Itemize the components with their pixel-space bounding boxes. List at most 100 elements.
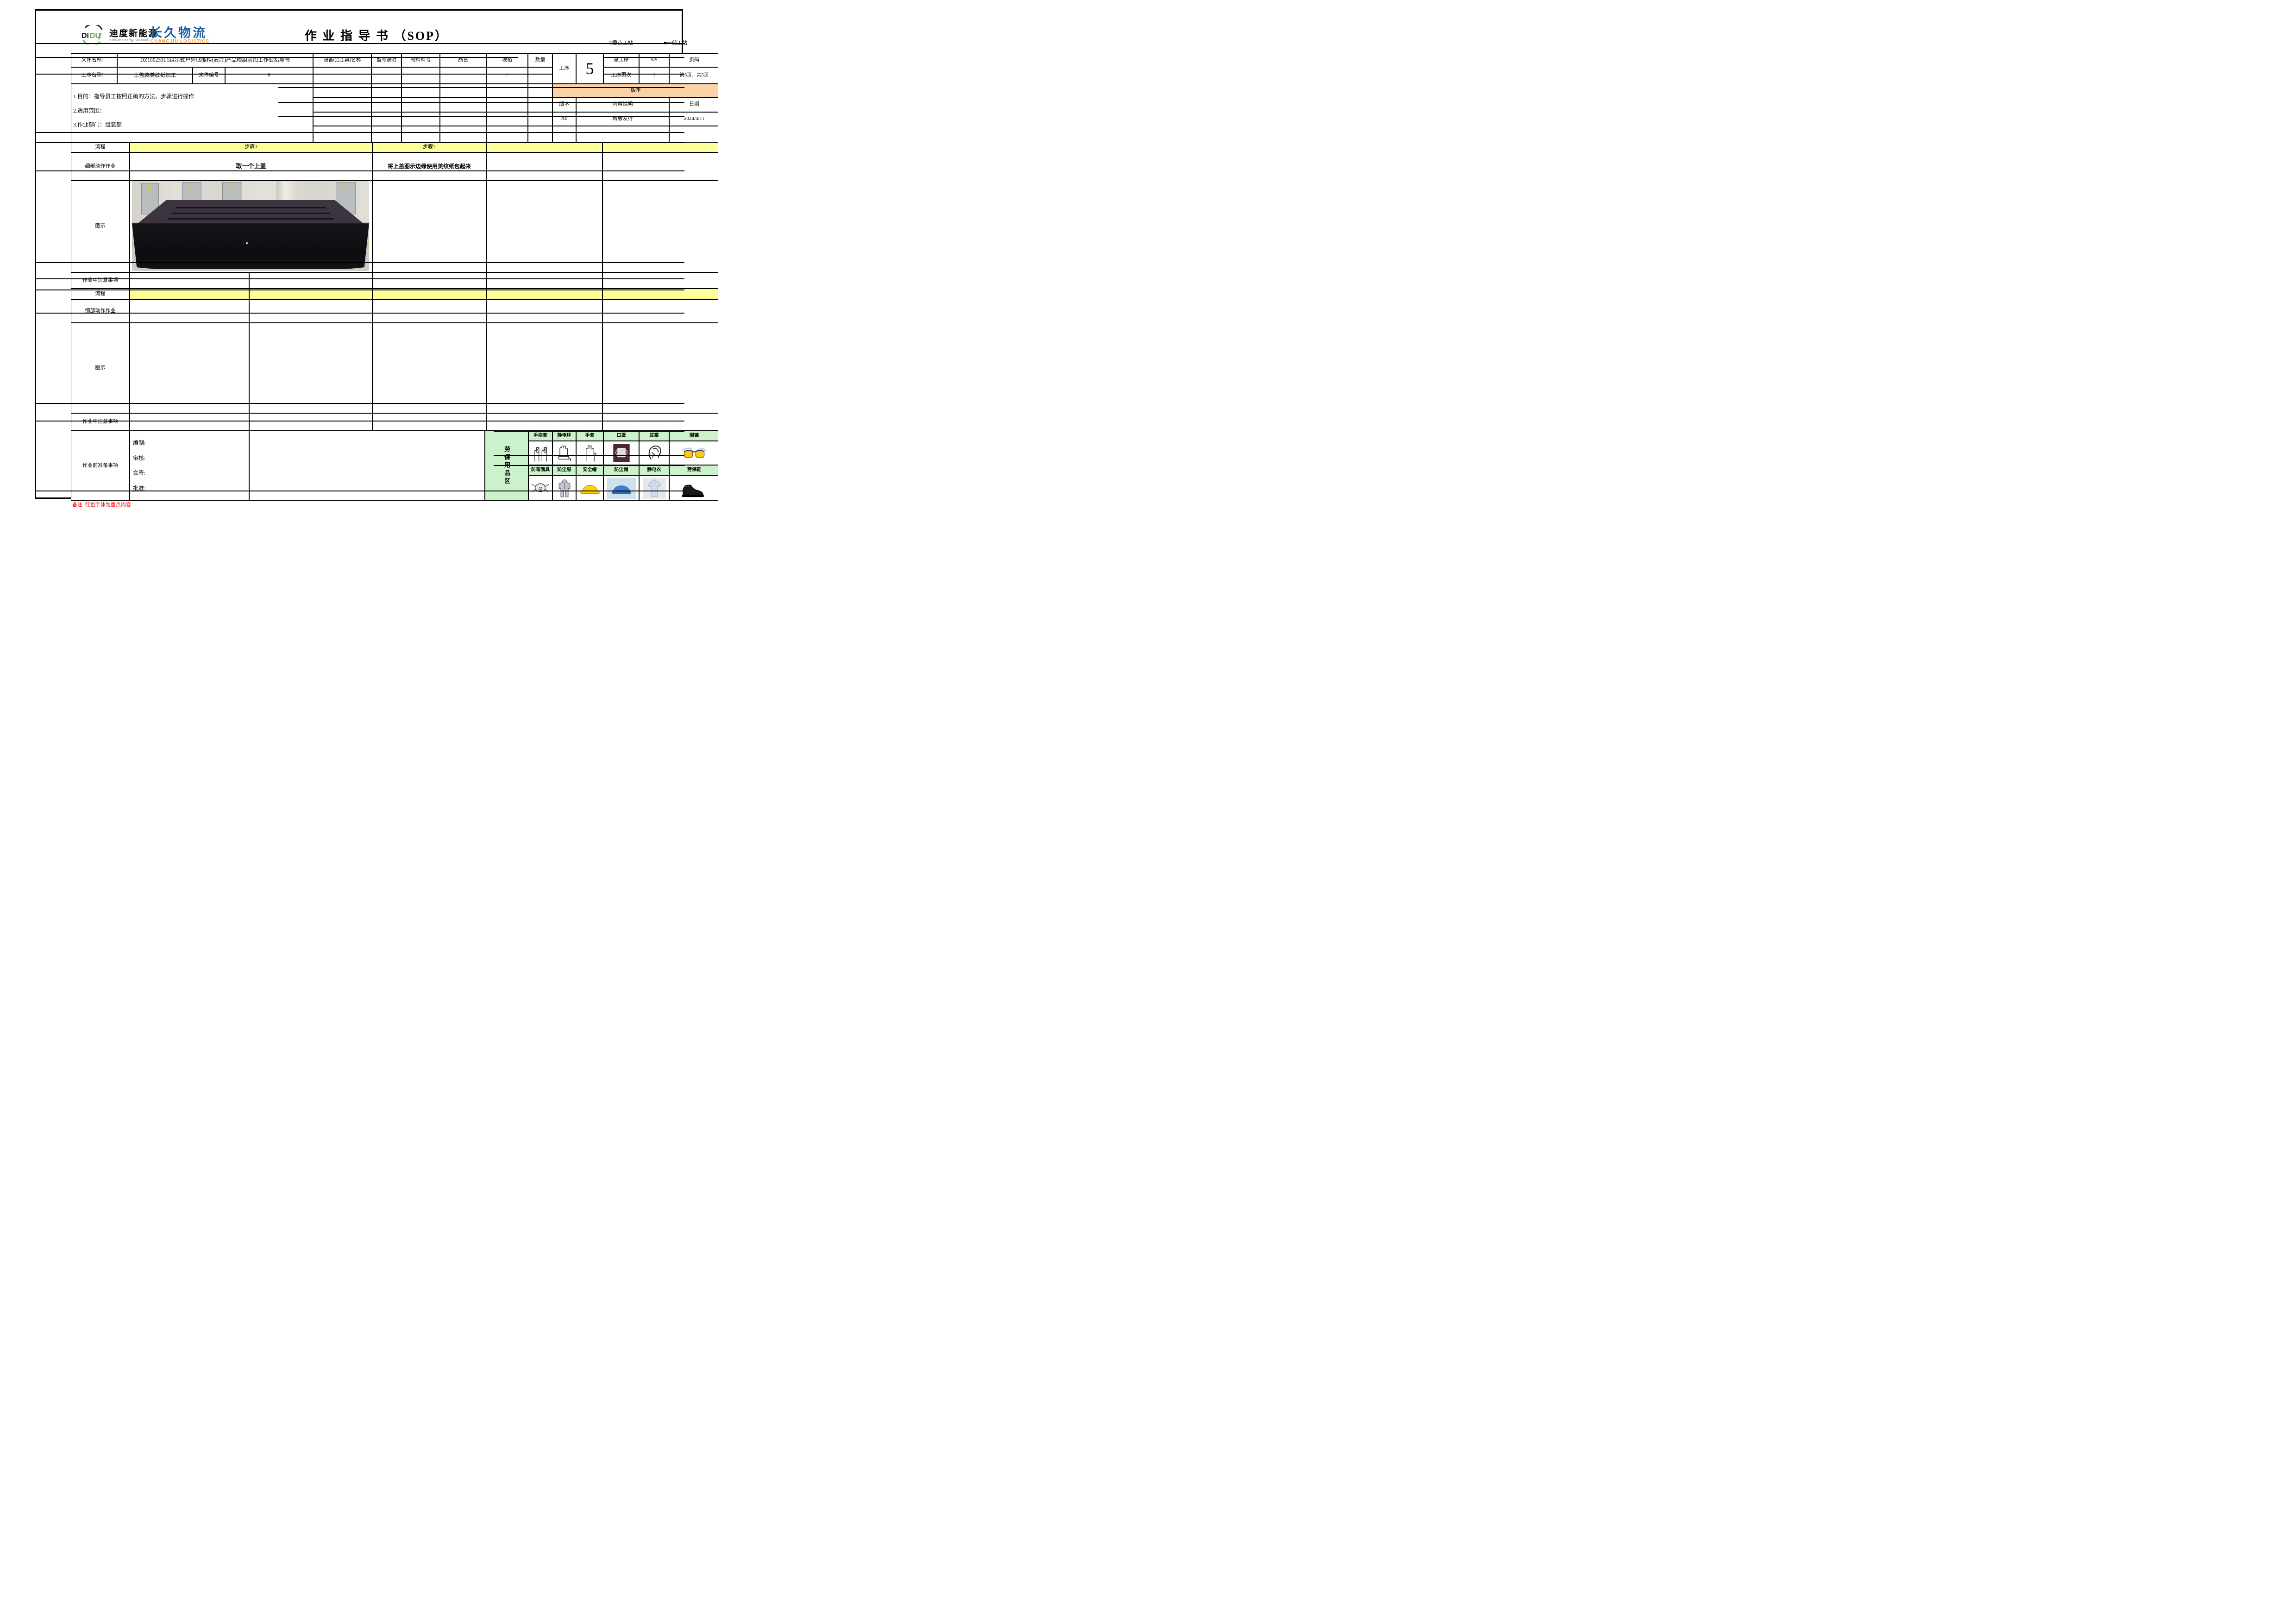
empty-cell [486,300,602,323]
empty-cell [552,126,576,142]
empty-cell [130,300,249,323]
version-row-desc: 新版发行 [576,112,669,126]
sop-sheet: DI DU 迪度新能源 Lithium Energy Solutions 长久物… [35,9,683,499]
empty-step-header [602,142,718,152]
empty-cell [313,112,371,126]
file-name-label: 文件名称： [71,53,117,67]
dust-cap-icon [607,478,636,499]
empty-cell [371,126,401,142]
rule [494,431,684,432]
detail1-label: 细部动作作业 [71,152,130,181]
svg-text:DI: DI [82,32,89,40]
version-row-version: A0 [552,112,576,126]
ppe-label-esd-clothing: 静电衣 [639,465,669,475]
empty-cell [372,272,486,289]
process-page-value: 1 [639,67,669,84]
empty-cell [440,97,486,112]
empty-cell [440,126,486,142]
diagram1-label: 图示 [71,181,130,272]
empty-cell [528,84,552,97]
empty-cell [313,97,371,112]
process-page-label: 工序页次 [603,67,639,84]
prep-sign-review: 审核: [133,455,145,462]
ppe-label-finger-cots: 手指套 [528,431,552,441]
flow1-step2-header: 步骤2 [372,142,486,152]
rule [278,87,684,88]
notes2-label: 作业中注意事项 [71,413,130,431]
empty-cell [401,67,440,84]
general-station-checkbox: ■一般工站 [664,39,687,46]
version-block-title: 版本 [552,84,718,97]
empty-cell [486,152,602,181]
empty-cell [602,300,718,323]
empty-cell [371,112,401,126]
rule [494,465,684,466]
ppe-label-gloves: 手套 [576,431,603,441]
process-number: 5 [576,53,603,84]
intro-scope: 2.适用范围： [73,107,105,114]
dust-suit-icon [556,478,573,499]
empty-cell [371,84,401,97]
ppe-label-mask: 口罩 [603,431,639,441]
ppe-label-respirator: 防毒面具 [528,465,552,475]
glove-icon [581,443,599,463]
empty-cell [602,181,718,272]
empty-cell [249,300,372,323]
empty-cell [371,67,401,84]
rule [36,57,518,58]
empty-cell [528,67,552,84]
ppe-label-safety-shoes: 劳保鞋 [669,465,718,475]
diagram2-label: 图示 [71,323,130,413]
empty-cell [130,272,249,289]
empty-cell [486,84,528,97]
empty-cell [372,323,486,413]
safety-glasses-icon [678,443,710,463]
rule [278,116,684,117]
empty-cell [313,126,371,142]
didu-logo-tagline: Lithium Energy Solutions [110,38,149,42]
process-name-label: 工序名称： [71,67,117,84]
empty-cell [602,152,718,181]
intro-purpose: 1.目的：指导员工按照正确的方法、步骤进行操作 [73,93,194,100]
rule [36,313,684,314]
ppe-label-dust-suit: 防尘服 [552,465,576,475]
rule [36,262,684,263]
finger-cots-icon [531,443,550,463]
empty-cell [602,413,718,431]
esd-clothing-icon [643,478,666,499]
photo-cover-slots [165,203,336,223]
empty-cell [401,84,440,97]
doc-no-value: 0 [225,67,313,84]
prep-sign-draft: 编制: [133,440,145,447]
page-title: 作 业 指 导 书 （SOP） [258,26,495,44]
empty-cell [313,67,371,84]
empty-cell [401,97,440,112]
page-no-value: 第5页，共5页 [669,67,718,84]
empty-cell [440,67,486,84]
version-row-date: 2024/4/11 [669,112,718,126]
empty-cell [313,84,371,97]
safety-shoes-icon [679,478,709,499]
rule [36,289,684,290]
ppe-label-dust-cap: 防尘帽 [603,465,639,475]
empty-cell [486,272,602,289]
ppe-label-hard-hat: 安全帽 [576,465,603,475]
empty-cell [130,323,249,413]
empty-cell [602,323,718,413]
empty-cell [401,126,440,142]
step1-photo-top-cover [132,181,369,271]
rule [36,403,684,404]
empty-cell [528,126,552,142]
empty-cell [669,126,718,142]
version-desc-header: 内容说明 [576,97,669,112]
photo-cover-hole [246,242,248,244]
model-label: 型号说明 [371,53,401,67]
intro-department: 3.作业部门：组装部 [73,121,122,128]
spec-value: / [486,67,528,84]
detail2-label: 细部动作作业 [71,300,130,323]
prep-sign-countersign: 会签: [133,470,145,477]
detail1-step1-text: 取一个上盖 [130,152,372,181]
doc-no-label: 文件编号 [193,67,225,84]
empty-cell [486,126,528,142]
notes1-label: 作业中注意事项 [71,272,130,289]
